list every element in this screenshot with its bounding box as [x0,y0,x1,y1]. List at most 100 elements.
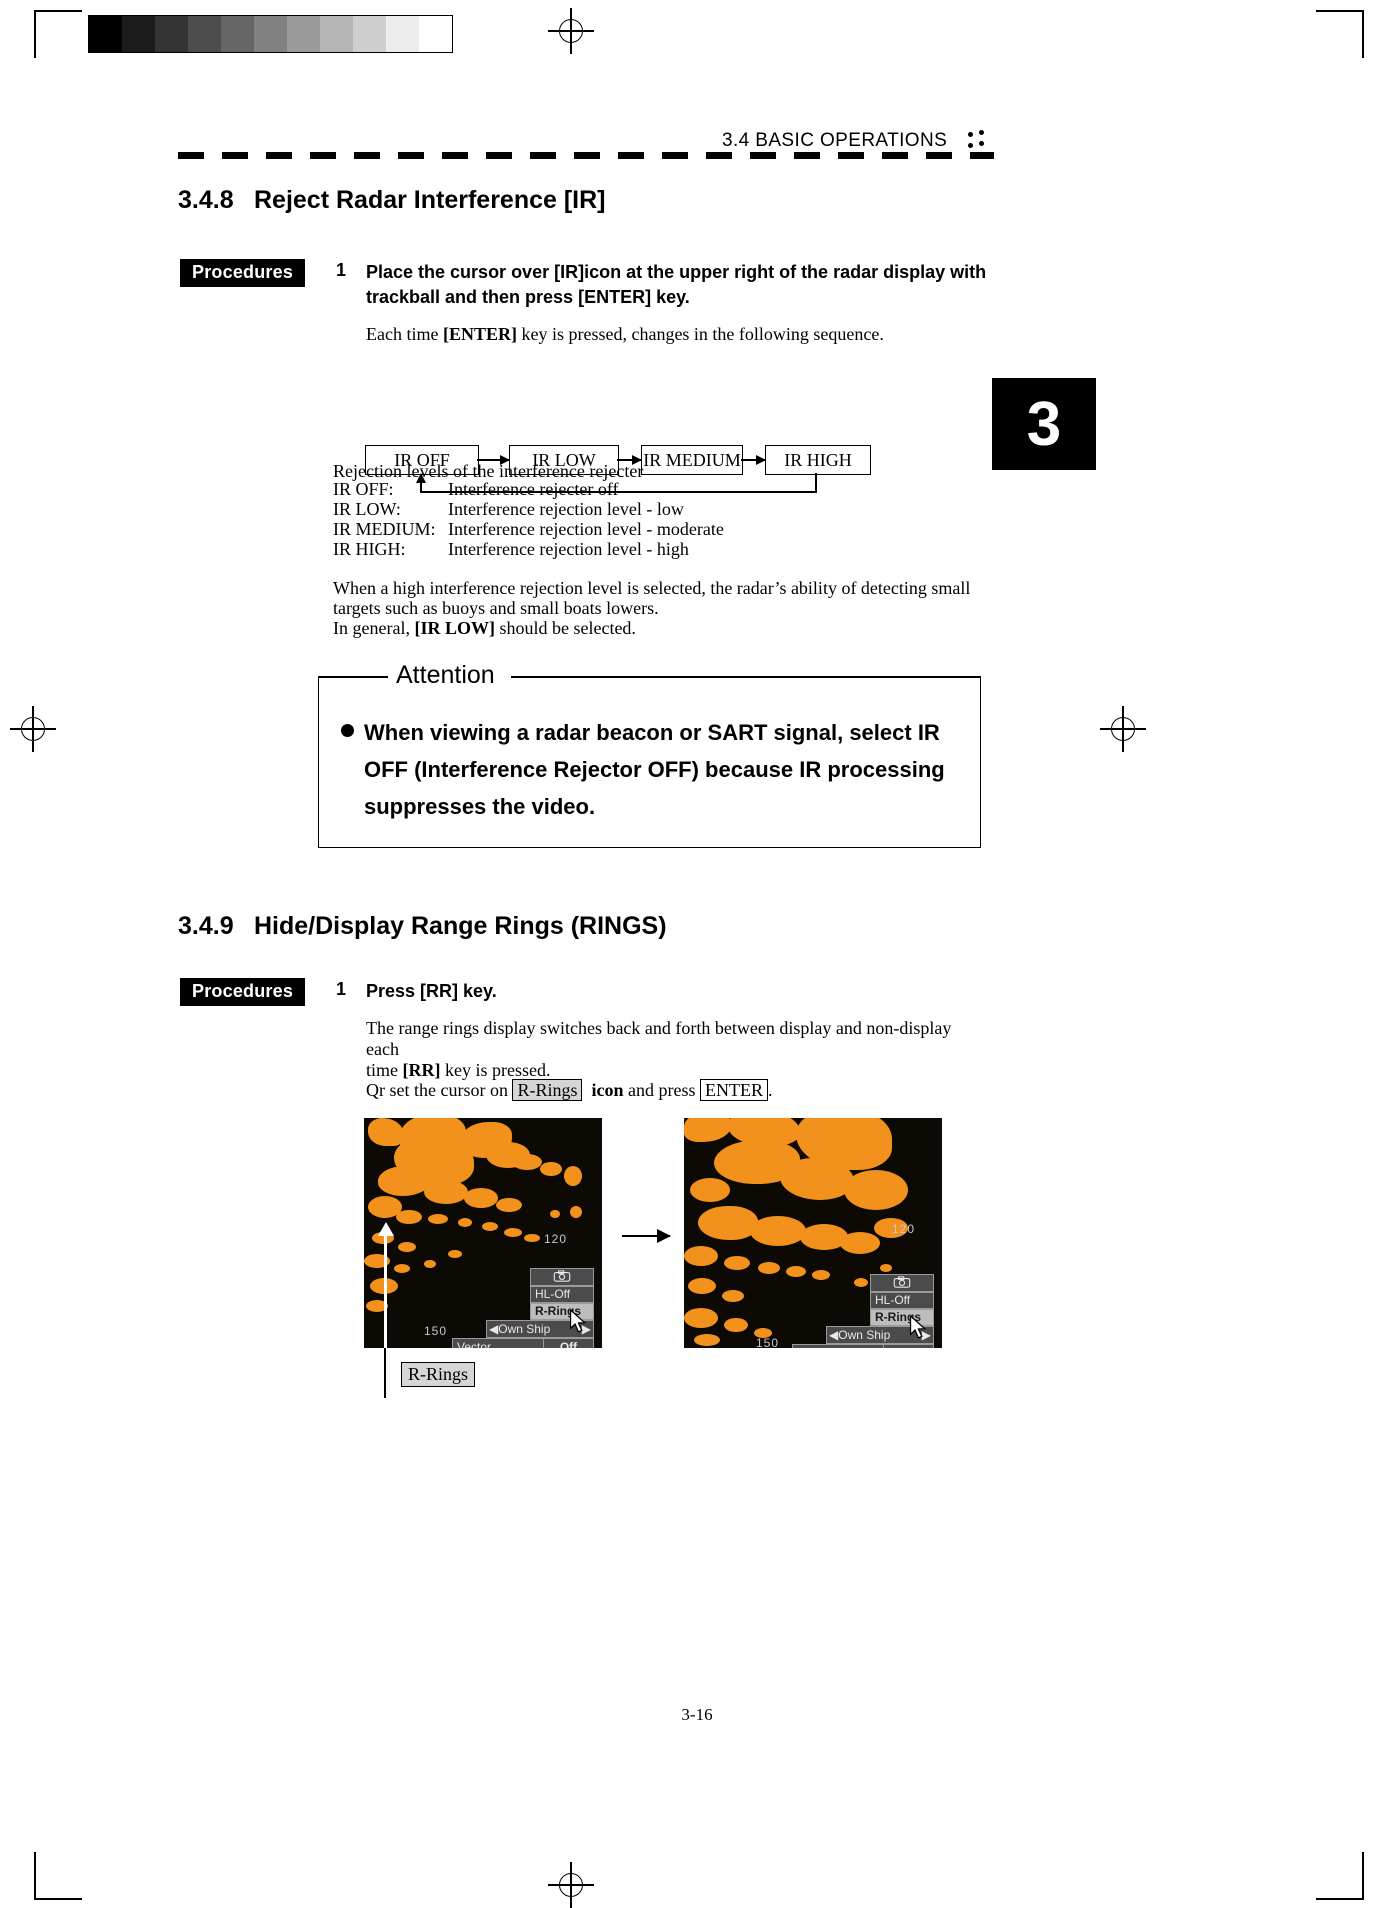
own-ship-label: Own Ship [498,1322,551,1336]
levels-list: IR OFF: Interference rejecter off IR LOW:… [333,479,724,559]
flow-box-ir-medium: IR MEDIUM [641,445,743,475]
color-swatch [386,16,419,52]
rr-line2-pre: time [366,1060,403,1080]
ir-low-key: [IR LOW] [414,618,495,638]
heading-349-title: Hide/Display Range Rings (RINGS) [254,912,667,940]
radar-echo [398,1242,416,1252]
flow-loop-vertical-right [815,473,817,493]
own-ship-left-arrow-icon[interactable]: ◀ [827,1327,838,1343]
each-time-suffix: key is pressed, changes in the following… [516,324,884,344]
radar-screenshot-rings-on: 120 150 HL-Off R-Rings ◀ ▶ Own Ship Vect… [364,1118,602,1348]
radar-echo [690,1178,730,1202]
info-label: Vector [792,1344,884,1348]
own-ship-label: Own Ship [838,1328,891,1342]
radar-echo [786,1266,806,1277]
level-row: IR HIGH: Interference rejection level - h… [333,539,724,559]
mouse-cursor-icon [570,1310,587,1333]
radar-echo [512,1154,542,1170]
radar-echo [812,1270,830,1280]
enter-inline-box: ENTER [699,1079,768,1101]
table-row: VectorOff [452,1338,594,1348]
radar-echo [758,1262,780,1274]
color-calibration-bar [88,15,453,53]
radar-echo [684,1308,718,1328]
color-swatch [320,16,353,52]
level-desc: Interference rejection level - moderate [448,519,724,539]
radar-echo [694,1334,720,1346]
chapter-tab: 3 [992,378,1096,470]
info-label: Vector [452,1338,544,1348]
level-name: IR OFF: [333,479,394,499]
radar-camera-button[interactable] [870,1274,934,1292]
radar-echo [458,1218,472,1227]
radar-screenshot-rings-off: 120 150 HL-Off R-Rings ◀ ▶ Own Ship Vect… [684,1118,942,1348]
camera-icon [553,1270,571,1282]
ir-note-line-2: targets such as buoys and small boats lo… [333,598,659,618]
heading-348: 3.4.8 Reject Radar Interference [IR] [178,186,606,215]
crop-mark-top-right [1316,10,1364,58]
table-row: VectorOff [792,1344,934,1348]
header-dashed-rule [178,152,994,159]
callout-label-r-rings: R-Rings [401,1362,476,1387]
heading-349: 3.4.9 Hide/Display Range Rings (RINGS) [178,912,667,941]
procedures-tag-349: Procedures [180,978,306,1006]
ir-note-line-1: When a high interference rejection level… [333,578,971,598]
rr-line2-post: key is pressed. [440,1060,551,1080]
rr-paragraph: The range rings display switches back an… [366,1018,986,1081]
radar-echo [540,1162,562,1176]
radar-camera-button[interactable] [530,1268,594,1286]
radar-info-table: VectorOff Trip0.0km Time05:06 HDG※※※ [452,1338,594,1348]
mouse-cursor-icon [910,1316,927,1339]
radar-echo [698,1206,758,1240]
ir-note-paragraph: When a high interference rejection level… [333,578,973,638]
radar-hl-off-button[interactable]: HL-Off [870,1292,934,1309]
attention-border-left-segment [318,676,388,678]
step-text-348: Place the cursor over [IR]icon at the up… [366,262,987,307]
radar-echo [854,1278,868,1287]
r-rings-inline-box: R-Rings [512,1079,583,1101]
step-number-348: 1 [336,260,347,280]
radar-echo [504,1228,522,1237]
radar-echo [724,1318,748,1332]
level-name: IR LOW: [333,499,401,519]
own-ship-left-arrow-icon[interactable]: ◀ [487,1321,498,1337]
attention-bullet-icon [341,724,354,737]
ir-note-line-3: In general, [IR LOW] should be selected. [333,618,973,638]
color-swatch [353,16,386,52]
info-value: Off [543,1338,594,1348]
color-swatch [221,16,254,52]
radar-hl-off-button[interactable]: HL-Off [530,1286,594,1303]
level-desc: Interference rejecter off [448,479,619,499]
transition-arrow [622,1229,671,1243]
page-header-section-ref: 3.4 BASIC OPERATIONS [722,130,948,151]
radar-echo [524,1234,540,1242]
cursor-instruction-line: Qr set the cursor on R-Rings icon and pr… [366,1078,1006,1103]
radar-echo [840,1232,880,1254]
radar-echo [564,1166,582,1186]
callout-arrow-to-rings [377,1222,394,1350]
heading-348-number: 3.4.8 [178,186,234,214]
camera-icon [893,1276,911,1288]
radar-echo [464,1188,498,1208]
cursor-line-mid2: and press [623,1080,700,1100]
color-swatch [122,16,155,52]
radar-echo [750,1216,806,1246]
each-time-note: Each time [ENTER] key is pressed, change… [366,322,986,347]
radar-echo [844,1170,908,1210]
callout-leader-line [384,1348,386,1398]
level-name: IR MEDIUM: [333,519,436,539]
level-row: IR OFF: Interference rejecter off [333,479,724,499]
heading-348-title: Reject Radar Interference [IR] [254,186,606,214]
radar-echo [722,1290,744,1302]
cursor-line-post: . [767,1080,773,1100]
heading-349-number: 3.4.9 [178,912,234,940]
radar-echo [570,1206,582,1218]
registration-mark-top [548,8,594,54]
level-name: IR HIGH: [333,539,406,559]
cursor-line-pre: Qr set the cursor on [366,1080,513,1100]
page-number: 3-16 [681,1705,713,1724]
info-value: Off [883,1344,934,1348]
level-row: IR MEDIUM: Interference rejection level -… [333,519,724,539]
radar-echo [684,1246,718,1266]
color-swatch [287,16,320,52]
